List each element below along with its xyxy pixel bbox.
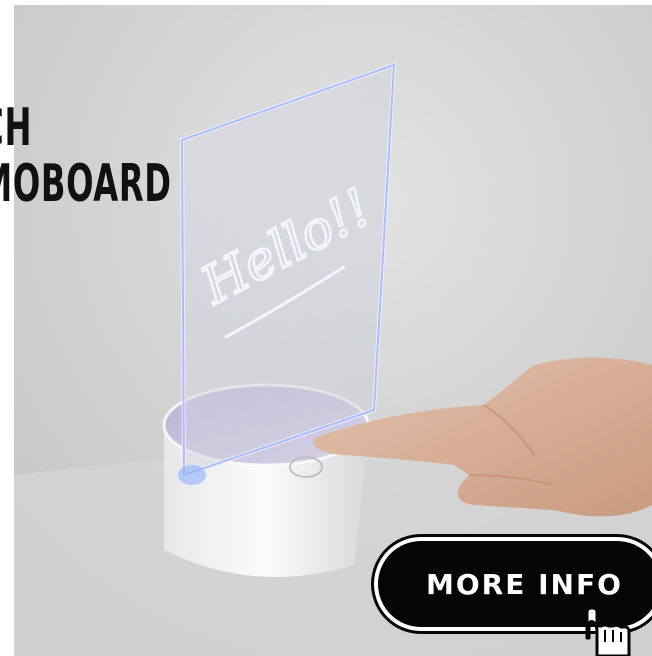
headline-line-2: MOBOARD (0, 154, 172, 214)
ad-banner: Hello!! CH MOBOARD MORE INFO (0, 0, 652, 656)
product-headline: CH MOBOARD (0, 100, 172, 212)
hand-pointer-icon (585, 608, 631, 656)
more-info-label: MORE INFO (426, 567, 623, 601)
headline-line-1: CH (0, 98, 33, 158)
